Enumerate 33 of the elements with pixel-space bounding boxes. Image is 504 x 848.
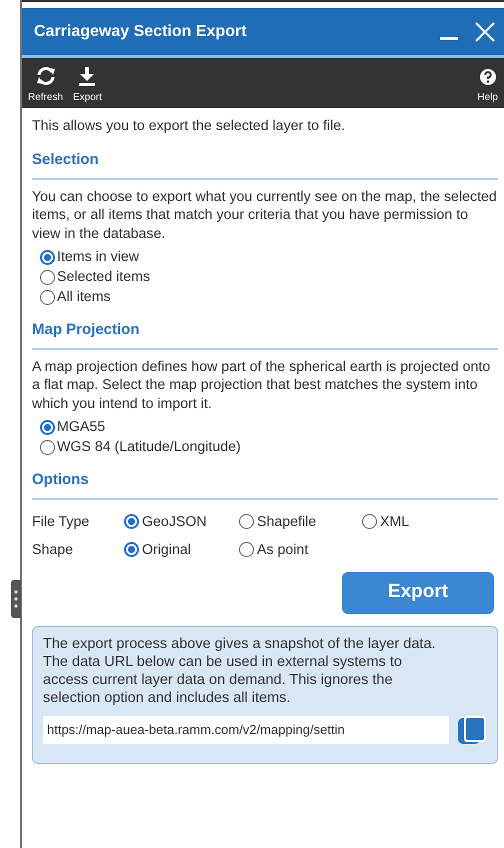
section-description: A map projection defines how part of the spherical earth is projected onto a flat map. Select the map projection that best matches the system into which you intend to import it.: [32, 358, 492, 414]
drag-handle[interactable]: [11, 580, 21, 618]
section-heading: Map Projection: [32, 319, 498, 350]
intro-text: This allows you to export the selected layer to file.: [32, 117, 346, 136]
download-icon: [77, 66, 98, 86]
close-button[interactable]: [474, 20, 496, 42]
url-field[interactable]: https://map-auea-beta.ramm.com/v2/mapping/settin: [43, 716, 449, 744]
minimize-icon: [440, 37, 458, 40]
window-title: Carriageway Section Export: [34, 22, 248, 42]
radio-option[interactable]: As point: [239, 540, 362, 560]
help-button[interactable]: Help: [475, 68, 500, 105]
info-text: The export process above gives a snapshot of the layer data. The data URL below can be used in external systems to access current layer data on demand. This ignores the selection option and includes all items.: [43, 634, 437, 708]
radio-option[interactable]: GeoJSON: [124, 512, 239, 532]
help-icon: [478, 68, 497, 86]
export-button[interactable]: Export: [342, 572, 494, 614]
close-icon: [474, 20, 496, 42]
radio-option[interactable]: Selected items: [40, 267, 498, 288]
section-heading: Selection: [32, 149, 498, 180]
radio-option[interactable]: MGA55: [40, 417, 498, 438]
radio-option[interactable]: Shapefile: [239, 512, 362, 532]
radio-option[interactable]: WGS 84 (Latitude/Longitude): [40, 437, 498, 458]
radio-option[interactable]: XML: [362, 512, 477, 532]
section-description: You can choose to export what you currently see on the map, the selected items, or all items that match your criteria that you have permission to view in the database.: [32, 188, 498, 244]
radio-option[interactable]: Items in view: [40, 247, 498, 268]
refresh-button[interactable]: Refresh: [26, 66, 66, 105]
refresh-icon: [36, 66, 56, 86]
radio-option[interactable]: All items: [40, 287, 498, 308]
copy-button[interactable]: [457, 715, 487, 746]
section-heading: Options: [32, 469, 498, 500]
radio-option[interactable]: Original: [124, 540, 239, 560]
field-label: File Type: [32, 512, 90, 532]
field-label: Shape: [32, 540, 74, 560]
export-button[interactable]: Export: [71, 66, 104, 105]
